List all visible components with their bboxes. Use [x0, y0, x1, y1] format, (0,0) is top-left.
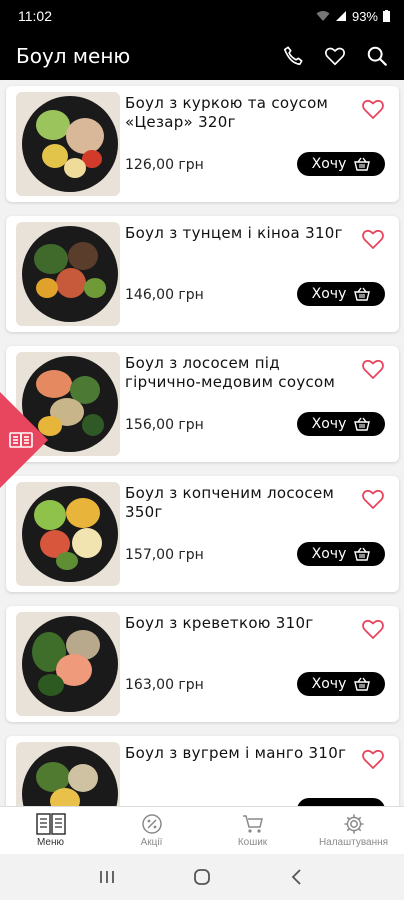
- cart-icon: [242, 815, 263, 833]
- battery-icon: [383, 10, 390, 22]
- product-image: [16, 222, 120, 326]
- product-card[interactable]: Боул з тунцем і кіноа 310г 146,00 грн Хо…: [6, 216, 399, 332]
- basket-icon: [354, 677, 371, 691]
- basket-icon: [354, 547, 371, 561]
- status-time: 11:02: [18, 8, 52, 24]
- add-to-cart-button[interactable]: Хочу: [297, 672, 385, 696]
- favorite-heart-icon[interactable]: [361, 488, 385, 510]
- nav-item-menu[interactable]: Меню: [0, 807, 101, 854]
- product-price: 156,00 грн: [125, 417, 204, 433]
- product-title: Боул з вугрем і манго 310г: [125, 744, 347, 762]
- add-to-cart-button[interactable]: Хочу: [297, 412, 385, 436]
- favorite-heart-icon[interactable]: [361, 228, 385, 250]
- product-card[interactable]: Боул з куркою та соусом «Цезар» 320г 126…: [6, 86, 399, 202]
- favorite-heart-icon[interactable]: [361, 748, 385, 770]
- basket-icon: [354, 417, 371, 431]
- product-list[interactable]: Боул з куркою та соусом «Цезар» 320г 126…: [0, 80, 404, 806]
- nav-item-promotions[interactable]: Акції: [101, 807, 202, 854]
- nav-label: Налаштування: [318, 837, 389, 848]
- status-icons: 93%: [316, 9, 390, 24]
- add-to-cart-label: Хочу: [311, 286, 347, 302]
- phone-icon[interactable]: [282, 45, 304, 67]
- favorite-heart-icon[interactable]: [361, 618, 385, 640]
- product-image: [16, 612, 120, 716]
- product-card[interactable]: Боул з лососем під гірчично-медовим соус…: [6, 346, 399, 462]
- product-title: Боул з креветкою 310г: [125, 614, 314, 632]
- product-title: Боул з куркою та соусом «Цезар» 320г: [125, 94, 329, 131]
- add-to-cart-label: Хочу: [311, 546, 347, 562]
- system-navigation-bar: [0, 854, 404, 900]
- add-to-cart-button[interactable]: Хочу: [297, 282, 385, 306]
- nav-item-settings[interactable]: Налаштування: [303, 807, 404, 854]
- favorite-heart-icon[interactable]: [361, 358, 385, 380]
- add-to-cart-label: Хочу: [311, 676, 347, 692]
- nav-item-cart[interactable]: Кошик: [202, 807, 303, 854]
- search-icon[interactable]: [366, 45, 388, 67]
- add-to-cart-button[interactable]: Хочу: [297, 542, 385, 566]
- add-to-cart-button[interactable]: Хочу: [297, 152, 385, 176]
- add-to-cart-label: Хочу: [311, 156, 347, 172]
- menu-catalog-tab[interactable]: [0, 392, 48, 488]
- basket-icon: [354, 157, 371, 171]
- back-icon[interactable]: [288, 868, 306, 886]
- product-price: 163,00 грн: [125, 677, 204, 693]
- product-price: 157,00 грн: [125, 547, 204, 563]
- nav-label: Меню: [36, 837, 65, 848]
- product-image: [16, 92, 120, 196]
- product-title: Боул з тунцем і кіноа 310г: [125, 224, 343, 242]
- product-price: 146,00 грн: [125, 287, 204, 303]
- status-bar: 11:02 93%: [0, 0, 404, 32]
- product-card[interactable]: Боул з копченим лососем 350г 157,00 грн …: [6, 476, 399, 592]
- nav-label: Кошик: [237, 837, 268, 848]
- basket-icon: [354, 287, 371, 301]
- nav-label: Акції: [140, 837, 163, 848]
- add-to-cart-button[interactable]: [297, 798, 385, 806]
- app-bar: Боул меню: [0, 32, 404, 80]
- gear-icon: [344, 814, 363, 834]
- add-to-cart-label: Хочу: [311, 416, 347, 432]
- page-title: Боул меню: [16, 44, 131, 68]
- recent-apps-icon[interactable]: [98, 869, 116, 885]
- bottom-navigation: Меню Акції Кошик Налаштування: [0, 806, 404, 854]
- product-image: [16, 482, 120, 586]
- wifi-icon: [316, 11, 330, 21]
- favorite-heart-icon[interactable]: [361, 98, 385, 120]
- signal-icon: [335, 11, 346, 21]
- menu-book-icon: [35, 813, 66, 835]
- favorites-heart-icon[interactable]: [324, 45, 346, 67]
- home-icon[interactable]: [193, 868, 211, 886]
- battery-level: 93%: [351, 8, 378, 24]
- product-card[interactable]: Боул з вугрем і манго 310г: [6, 736, 399, 806]
- product-image: [16, 742, 120, 806]
- product-title: Боул з копченим лососем 350г: [125, 484, 335, 521]
- product-title: Боул з лососем під гірчично-медовим соус…: [125, 354, 336, 391]
- product-price: 126,00 грн: [125, 157, 204, 173]
- product-card[interactable]: Боул з креветкою 310г 163,00 грн Хочу: [6, 606, 399, 722]
- percent-icon: [141, 814, 162, 834]
